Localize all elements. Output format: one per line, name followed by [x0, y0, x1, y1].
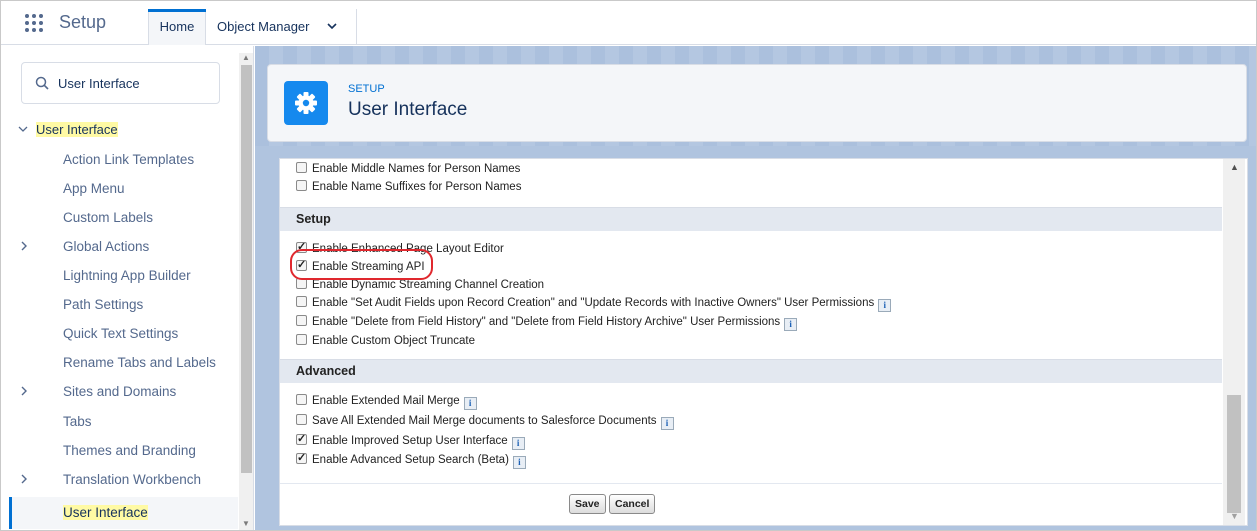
sidebar-item-label: User Interface — [63, 505, 148, 520]
checkbox[interactable] — [296, 162, 307, 173]
sidebar-item-label: Custom Labels — [63, 210, 154, 225]
sidebar-item-sites-and-domains[interactable]: Sites and Domains — [21, 384, 177, 399]
info-icon[interactable]: i — [784, 318, 798, 331]
checkbox[interactable] — [296, 334, 307, 345]
info-icon[interactable]: i — [512, 456, 526, 469]
setting-row[interactable]: Enable Custom Object Truncate — [296, 334, 475, 347]
sidebar-item-label: Global Actions — [63, 239, 150, 254]
section-header-advanced: Advanced — [280, 359, 1222, 383]
tree-node-user-interface[interactable]: User Interface — [18, 122, 118, 137]
global-header: Setup Home Object Manager — [1, 1, 1256, 45]
sidebar-item-quick-text-settings[interactable]: Quick Text Settings — [63, 326, 178, 341]
setting-row[interactable]: Enable Improved Setup User Interfacei — [296, 432, 525, 450]
setup-sidebar: User Interface User Interface Action Lin… — [1, 46, 254, 530]
chevron-down-icon[interactable] — [326, 9, 338, 45]
sidebar-scrollbar-thumb[interactable] — [241, 65, 252, 473]
settings-panel: Enable Middle Names for Person Names Ena… — [279, 158, 1248, 526]
setting-label: Enable Dynamic Streaming Channel Creatio… — [312, 279, 545, 291]
checkbox[interactable] — [296, 180, 307, 191]
sidebar-item-label: Action Link Templates — [63, 152, 195, 167]
setting-label: Enable Custom Object Truncate — [312, 335, 475, 347]
sidebar-item-label: App Menu — [63, 181, 125, 196]
sidebar-item-custom-labels[interactable]: Custom Labels — [63, 210, 153, 225]
setting-label: Enable Advanced Setup Search (Beta) — [312, 454, 509, 466]
settings-scrollbar-thumb[interactable] — [1227, 395, 1241, 513]
tab-home[interactable]: Home — [148, 9, 206, 45]
tab-object-manager-label: Object Manager — [217, 19, 310, 34]
page-title: User Interface — [348, 99, 468, 120]
info-icon[interactable]: i — [463, 397, 477, 410]
setting-label: Enable Improved Setup User Interface — [312, 435, 508, 447]
page-header: SETUP User Interface — [267, 64, 1247, 142]
sidebar-item-tabs[interactable]: Tabs — [63, 414, 92, 429]
setting-label: Enable "Set Audit Fields upon Record Cre… — [312, 297, 875, 309]
sidebar-item-lightning-app-builder[interactable]: Lightning App Builder — [63, 268, 191, 283]
chevron-right-icon[interactable] — [19, 472, 29, 488]
checkbox[interactable] — [296, 315, 307, 326]
checkbox[interactable] — [296, 394, 307, 405]
cancel-button[interactable]: Cancel — [609, 494, 656, 514]
setup-window: Setup Home Object Manager User Interface… — [0, 0, 1257, 531]
info-icon[interactable]: i — [511, 437, 525, 450]
checkbox[interactable] — [296, 414, 307, 425]
setting-label: Save All Extended Mail Merge documents t… — [312, 415, 657, 427]
setting-row[interactable]: Enable Name Suffixes for Person Names — [296, 180, 521, 193]
annotation-oval — [290, 249, 433, 280]
chevron-down-icon[interactable] — [18, 123, 36, 137]
sidebar-item-label: Path Settings — [63, 297, 144, 312]
gear-icon — [284, 81, 328, 125]
sidebar-item-label: Tabs — [63, 414, 92, 429]
section-header-setup: Setup — [280, 207, 1222, 231]
sidebar-item-rename-tabs-and-labels[interactable]: Rename Tabs and Labels — [63, 355, 216, 370]
scroll-down-arrow-icon[interactable]: ▼ — [242, 519, 250, 528]
quick-find-input[interactable]: User Interface — [21, 62, 220, 104]
button-bar: Save Cancel — [280, 483, 1222, 525]
sidebar-item-label: Sites and Domains — [63, 384, 177, 399]
tree-node-label: User Interface — [36, 122, 118, 137]
sidebar-item-user-interface[interactable]: User Interface — [9, 497, 238, 529]
setting-row[interactable]: Enable "Delete from Field History" and "… — [296, 315, 798, 331]
app-title: Setup — [59, 12, 107, 32]
checkbox[interactable] — [296, 451, 307, 464]
tab-object-manager[interactable]: Object Manager — [207, 9, 357, 45]
setting-label: Enable Extended Mail Merge — [312, 395, 460, 407]
quick-find-value: User Interface — [58, 76, 140, 91]
sidebar-item-translation-workbench[interactable]: Translation Workbench — [21, 472, 202, 487]
chevron-right-icon[interactable] — [19, 384, 29, 400]
setting-row[interactable]: Enable "Set Audit Fields upon Record Cre… — [296, 296, 892, 312]
setting-row[interactable]: Enable Middle Names for Person Names — [296, 162, 520, 175]
checkbox[interactable] — [296, 296, 307, 307]
setting-row[interactable]: Save All Extended Mail Merge documents t… — [296, 414, 674, 430]
sidebar-item-themes-and-branding[interactable]: Themes and Branding — [63, 443, 196, 458]
page-header-eyebrow: SETUP — [348, 83, 385, 95]
info-icon[interactable]: i — [660, 417, 674, 430]
search-icon — [35, 76, 49, 90]
scroll-up-arrow-icon[interactable]: ▲ — [1230, 162, 1239, 172]
setting-label: Enable Middle Names for Person Names — [312, 163, 521, 175]
main-content: SETUP User Interface Enable Middle Names… — [255, 46, 1256, 530]
sidebar-item-global-actions[interactable]: Global Actions — [21, 239, 150, 254]
sidebar-item-label: Translation Workbench — [63, 472, 202, 487]
sidebar-scrollbar[interactable]: ▲ ▼ — [239, 53, 253, 530]
setting-label: Enable "Delete from Field History" and "… — [312, 316, 781, 328]
scroll-down-arrow-icon[interactable]: ▼ — [1230, 511, 1239, 521]
sidebar-item-label: Lightning App Builder — [63, 268, 191, 283]
setting-row[interactable]: Enable Extended Mail Merge i — [296, 394, 477, 410]
chevron-right-icon[interactable] — [19, 239, 29, 255]
settings-scrollbar[interactable]: ▲ ▼ — [1223, 159, 1245, 525]
info-icon[interactable]: i — [878, 299, 892, 312]
sidebar-item-action-link-templates[interactable]: Action Link Templates — [63, 152, 194, 167]
sidebar-item-label: Rename Tabs and Labels — [63, 355, 216, 370]
setting-label: Enable Name Suffixes for Person Names — [312, 181, 522, 193]
sidebar-item-app-menu[interactable]: App Menu — [63, 181, 125, 196]
setting-row[interactable]: Enable Advanced Setup Search (Beta)i — [296, 451, 526, 469]
sidebar-item-label: Themes and Branding — [63, 443, 196, 458]
sidebar-item-path-settings[interactable]: Path Settings — [63, 297, 143, 312]
checkbox[interactable] — [296, 432, 307, 445]
sidebar-item-label: Quick Text Settings — [63, 326, 179, 341]
scroll-up-arrow-icon[interactable]: ▲ — [242, 53, 250, 62]
app-launcher-icon[interactable] — [21, 11, 45, 35]
save-button[interactable]: Save — [569, 494, 606, 514]
